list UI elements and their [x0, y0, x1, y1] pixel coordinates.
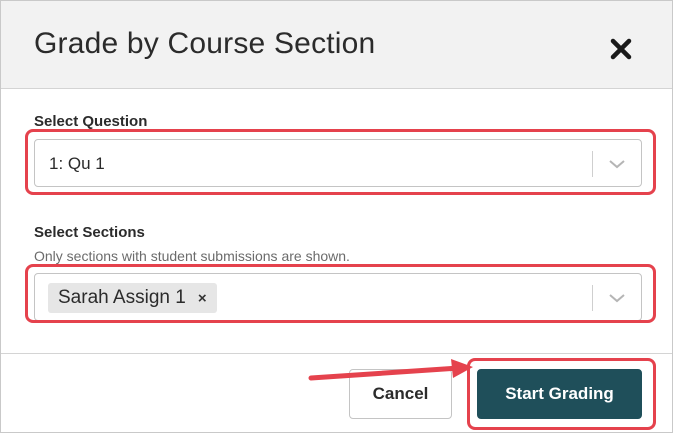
select-sections-dropdown[interactable]: Sarah Assign 1 ×	[34, 273, 642, 321]
select-question-label: Select Question	[34, 113, 148, 130]
dialog-header: Grade by Course Section	[1, 1, 672, 89]
select-sections-label: Select Sections	[34, 224, 145, 241]
grade-by-section-dialog: Grade by Course Section Select Question …	[0, 0, 673, 433]
section-chip: Sarah Assign 1 ×	[48, 283, 217, 313]
footer-divider	[1, 353, 672, 354]
remove-chip-icon[interactable]: ×	[198, 290, 207, 307]
dialog-title: Grade by Course Section	[34, 27, 376, 60]
section-chip-label: Sarah Assign 1	[58, 287, 186, 308]
select-question-value: 1: Qu 1	[49, 154, 105, 173]
cancel-button[interactable]: Cancel	[349, 369, 452, 419]
dropdown-separator	[592, 285, 593, 311]
chevron-down-icon[interactable]	[607, 157, 627, 171]
chevron-down-icon[interactable]	[607, 291, 627, 305]
start-grading-button[interactable]: Start Grading	[477, 369, 642, 419]
close-icon	[610, 38, 632, 60]
select-sections-help-text: Only sections with student submissions a…	[34, 248, 350, 264]
select-question-dropdown[interactable]: 1: Qu 1	[34, 139, 642, 187]
close-button[interactable]	[607, 35, 635, 63]
dropdown-separator	[592, 151, 593, 177]
